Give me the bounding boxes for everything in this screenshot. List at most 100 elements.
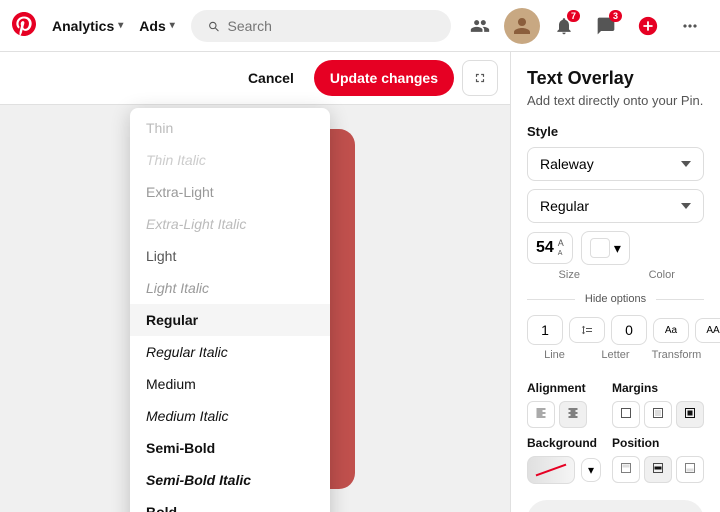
cancel-button[interactable]: Cancel xyxy=(236,62,306,94)
people-icon xyxy=(470,16,490,36)
margin-none-icon xyxy=(620,407,632,419)
dropdown-item-semi-bold[interactable]: Semi-Bold xyxy=(130,432,330,464)
messages-badge: 3 xyxy=(609,10,622,22)
alignment-label: Alignment xyxy=(527,381,602,395)
line-icon-btn[interactable] xyxy=(569,317,605,343)
dropdown-item-regular[interactable]: Regular xyxy=(130,304,330,336)
analytics-label: Analytics xyxy=(52,18,114,34)
fullscreen-icon-btn[interactable] xyxy=(462,60,498,96)
ads-label: Ads xyxy=(139,18,165,34)
dropdown-item-light[interactable]: Light xyxy=(130,240,330,272)
letter-spacing-input[interactable]: 0 xyxy=(611,315,647,345)
create-btn[interactable] xyxy=(630,8,666,44)
margin-small-btn[interactable] xyxy=(644,401,672,428)
dropdown-item-medium-italic[interactable]: Medium Italic xyxy=(130,400,330,432)
ads-nav[interactable]: Ads ▾ xyxy=(131,12,182,40)
dropdown-item-extra-light[interactable]: Extra-Light xyxy=(130,176,330,208)
size-decrease-btn[interactable]: A xyxy=(558,250,564,257)
more-icon xyxy=(680,16,700,36)
line-label: Line xyxy=(527,349,582,361)
panel-title: Text Overlay xyxy=(527,68,704,89)
reset-button[interactable]: Reset xyxy=(527,500,704,512)
more-options-btn[interactable] xyxy=(672,8,708,44)
dropdown-item-thin[interactable]: Thin xyxy=(130,112,330,144)
background-controls: ▾ xyxy=(527,456,602,484)
pinterest-logo[interactable] xyxy=(12,12,36,39)
size-steppers: A A xyxy=(558,239,564,257)
color-label: Color xyxy=(620,269,705,281)
hide-options-bar[interactable]: Hide options xyxy=(527,293,704,305)
people-icon-btn[interactable] xyxy=(462,8,498,44)
bg-preview[interactable] xyxy=(527,456,575,484)
dropdown-item-medium[interactable]: Medium xyxy=(130,368,330,400)
panel-subtitle: Add text directly onto your Pin. xyxy=(527,93,704,108)
background-label: Background xyxy=(527,436,602,450)
add-btn[interactable]: 3 xyxy=(588,8,624,44)
pos-center-icon xyxy=(652,462,664,474)
dropdown-item-thin-italic[interactable]: Thin Italic xyxy=(130,144,330,176)
dropdown-item-extra-light-italic[interactable]: Extra-Light Italic xyxy=(130,208,330,240)
align-center-icon xyxy=(567,407,579,419)
fullscreen-icon xyxy=(473,71,487,85)
line-height-icon xyxy=(581,324,593,336)
alignment-section: Alignment xyxy=(527,381,602,428)
dropdown-item-semi-bold-italic[interactable]: Semi-Bold Italic xyxy=(130,464,330,496)
style-label: Style xyxy=(527,124,704,139)
position-label: Position xyxy=(612,436,704,450)
bg-position-row: Background ▾ Position xyxy=(527,436,704,484)
pin-toolbar: Cancel Update changes xyxy=(0,52,510,105)
avatar-icon xyxy=(512,16,532,36)
line-value: 1 xyxy=(541,322,549,338)
align-center-btn[interactable] xyxy=(559,401,587,428)
divider-right xyxy=(656,299,704,300)
bg-no-fill-icon xyxy=(536,464,567,477)
letter-spacing-icon-btn[interactable]: Aa xyxy=(653,318,689,343)
hide-options-label: Hide options xyxy=(579,293,652,305)
pos-center-btn[interactable] xyxy=(644,456,672,483)
font-family-select[interactable]: Raleway xyxy=(527,147,704,181)
align-left-btn[interactable] xyxy=(527,401,555,428)
position-buttons xyxy=(612,456,704,483)
right-panel: Text Overlay Add text directly onto your… xyxy=(510,52,720,512)
search-input[interactable] xyxy=(228,18,435,34)
pos-bottom-btn[interactable] xyxy=(676,456,704,483)
analytics-nav[interactable]: Analytics ▾ xyxy=(44,12,131,40)
nav-bar: Analytics ▾ Ads ▾ 7 xyxy=(0,0,720,52)
margin-none-btn[interactable] xyxy=(612,401,640,428)
margin-large-btn[interactable] xyxy=(676,401,704,428)
pos-top-btn[interactable] xyxy=(612,456,640,483)
pin-editor: Cancel Update changes xyxy=(0,52,510,512)
bg-dropdown-btn[interactable]: ▾ xyxy=(581,458,601,482)
font-weight-select[interactable]: Regular xyxy=(527,189,704,223)
transform-btn[interactable]: AA xyxy=(695,318,720,343)
alignment-buttons xyxy=(527,401,602,428)
transform-icon: AA xyxy=(706,325,719,336)
line-height-input[interactable]: 1 xyxy=(527,315,563,345)
color-control[interactable]: ▾ xyxy=(581,231,630,265)
font-weight-dropdown: Thin Thin Italic Extra-Light Extra-Light… xyxy=(130,108,330,512)
letter-value: 0 xyxy=(625,322,633,338)
align-left-icon xyxy=(535,407,547,419)
user-avatar[interactable] xyxy=(504,8,540,44)
size-increase-btn[interactable]: A xyxy=(558,239,564,248)
pos-bottom-icon xyxy=(684,462,696,474)
search-icon xyxy=(207,19,220,33)
notifications-btn[interactable]: 7 xyxy=(546,8,582,44)
size-value: 54 xyxy=(536,239,554,257)
transform-label: Transform xyxy=(649,349,704,361)
margins-label: Margins xyxy=(612,381,704,395)
margin-large-icon xyxy=(684,407,696,419)
color-swatch xyxy=(590,238,610,258)
analytics-chevron-icon: ▾ xyxy=(118,20,123,31)
letter-spacing-icon: Aa xyxy=(665,325,677,336)
dropdown-item-light-italic[interactable]: Light Italic xyxy=(130,272,330,304)
size-control[interactable]: 54 A A xyxy=(527,232,573,264)
dropdown-item-regular-italic[interactable]: Regular Italic xyxy=(130,336,330,368)
typography-labels: Line Letter Transform xyxy=(527,349,704,371)
margin-small-icon xyxy=(652,407,664,419)
alignment-margins-row: Alignment Margins xyxy=(527,381,704,428)
update-button[interactable]: Update changes xyxy=(314,60,454,96)
search-bar[interactable] xyxy=(191,10,451,42)
pos-top-icon xyxy=(620,462,632,474)
dropdown-item-bold[interactable]: Bold xyxy=(130,496,330,512)
